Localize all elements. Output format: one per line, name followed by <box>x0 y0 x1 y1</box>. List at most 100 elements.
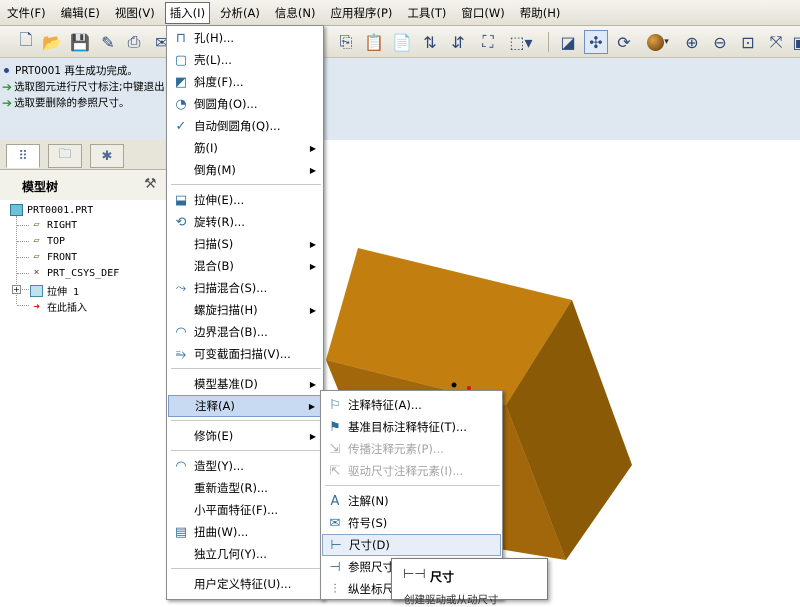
menu-separator <box>171 450 321 451</box>
menu-item-label: 扫描混合(S)... <box>194 281 268 295</box>
hole-icon: ⊓ <box>175 30 187 46</box>
menu-item-chamfer[interactable]: 倒角(M) ▶ <box>168 159 322 181</box>
regenerate-icon[interactable]: ⇅ <box>418 30 442 54</box>
tree-node-front[interactable]: ▱ FRONT <box>30 251 77 263</box>
menu-item-style[interactable]: ◠ 造型(Y)... <box>168 455 322 477</box>
save-icon[interactable]: 💾 <box>68 30 92 54</box>
menu-applications[interactable]: 应用程序(P) <box>325 2 397 24</box>
tree-node-insert-here[interactable]: ➜ 在此插入 <box>30 299 87 314</box>
menu-item-facet-feature[interactable]: 小平面特征(F)... <box>168 499 322 521</box>
tree-settings-icon[interactable]: ⚒ <box>144 176 157 192</box>
menu-item-datum-target[interactable]: ⚑ 基准目标注释特征(T)... <box>322 416 501 438</box>
menu-info[interactable]: 信息(N) <box>270 2 321 24</box>
menu-item-independent-geometry[interactable]: 独立几何(Y)... <box>168 543 322 565</box>
tab-model-tree[interactable]: ⠿ <box>6 144 40 168</box>
menu-item-propagate[interactable]: ⇲ 传播注释元素(P)... <box>322 438 501 460</box>
menu-item-symbol[interactable]: ✉ 符号(S) <box>322 512 501 534</box>
menu-item-annotation[interactable]: 注释(A) ▶ <box>168 395 322 417</box>
menu-item-label: 注释特征(A)... <box>348 398 422 412</box>
menu-item-model-datum[interactable]: 模型基准(D) ▶ <box>168 373 322 395</box>
tree-node-csys[interactable]: ⨯ PRT_CSYS_DEF <box>30 267 119 279</box>
menu-item-label: 旋转(R)... <box>194 215 245 229</box>
tree-connector <box>17 241 29 242</box>
menu-item-round[interactable]: ◔ 倒圆角(O)... <box>168 93 322 115</box>
menu-item-warp[interactable]: ▤ 扭曲(W)... <box>168 521 322 543</box>
menu-item-hole[interactable]: ⊓ 孔(H)... <box>168 27 322 49</box>
saved-views-icon[interactable]: ▣ <box>788 30 800 54</box>
menu-file[interactable]: 文件(F) <box>2 2 51 24</box>
menu-analysis[interactable]: 分析(A) <box>215 2 265 24</box>
menu-item-restyle[interactable]: 重新造型(R)... <box>168 477 322 499</box>
tab-folder-browser[interactable]: 🗀 <box>48 144 82 168</box>
regen-manager-icon[interactable]: ⇵ <box>446 30 470 54</box>
menu-edit[interactable]: 编辑(E) <box>56 2 105 24</box>
menu-bar: 文件(F) 编辑(E) 视图(V) 插入(I) 分析(A) 信息(N) 应用程序… <box>0 0 800 26</box>
menu-item-extrude[interactable]: ⬓ 拉伸(E)... <box>168 189 322 211</box>
menu-window[interactable]: 窗口(W) <box>456 2 509 24</box>
menu-tools[interactable]: 工具(T) <box>402 2 451 24</box>
menu-item-shell[interactable]: ▢ 壳(L)... <box>168 49 322 71</box>
menu-item-boundary-blend[interactable]: ◠ 边界混合(B)... <box>168 321 322 343</box>
new-file-icon[interactable]: 🗋 <box>14 30 38 54</box>
tree-connector <box>17 257 29 258</box>
open-folder-icon[interactable]: 📂 <box>40 30 64 54</box>
tree-node-extrude[interactable]: 拉伸 1 <box>30 283 79 298</box>
spin-center-icon[interactable]: ✣ <box>584 30 608 54</box>
menu-item-swept-blend[interactable]: ⤳ 扫描混合(S)... <box>168 277 322 299</box>
menu-item-variable-sweep[interactable]: ⥱ 可变截面扫描(V)... <box>168 343 322 365</box>
menu-item-udf[interactable]: 用户定义特征(U)... <box>168 573 322 595</box>
paste-special-icon[interactable]: 📄 <box>390 30 414 54</box>
menu-item-driven-dimension[interactable]: ⇱ 驱动尺寸注释元素(I)... <box>322 460 501 482</box>
tree-node-part[interactable]: PRT0001.PRT <box>10 204 93 216</box>
menu-item-rib[interactable]: 筋(I) ▶ <box>168 137 322 159</box>
menu-item-sweep[interactable]: 扫描(S) ▶ <box>168 233 322 255</box>
menu-item-label: 修饰(E) <box>194 429 234 443</box>
menu-item-label: 尺寸(D) <box>349 538 390 552</box>
menu-item-label: 倒角(M) <box>194 163 236 177</box>
zoom-out-icon[interactable]: ⊖ <box>708 30 732 54</box>
menu-item-label: 斜度(F)... <box>194 75 244 89</box>
warp-icon: ▤ <box>174 524 188 540</box>
menu-item-auto-round[interactable]: ✓ 自动倒圆角(Q)... <box>168 115 322 137</box>
orient-mode-icon[interactable]: ⟳ <box>612 30 636 54</box>
tree-node-label: 在此插入 <box>47 303 87 314</box>
refit-icon[interactable]: ⊡ <box>736 30 760 54</box>
print-icon[interactable]: ⎙ <box>122 30 146 54</box>
auto-round-icon: ✓ <box>175 118 187 134</box>
appearance-ball-icon[interactable]: ▾ <box>640 30 676 54</box>
menu-item-label: 筋(I) <box>194 141 218 155</box>
dimension-icon: ⊢ <box>330 537 342 553</box>
repaint-icon[interactable]: ◪ <box>556 30 580 54</box>
menu-view[interactable]: 视图(V) <box>110 2 160 24</box>
menu-item-blend[interactable]: 混合(B) ▶ <box>168 255 322 277</box>
symbol-icon: ✉ <box>329 515 341 531</box>
menu-item-dimension[interactable]: ⊢ 尺寸(D) <box>322 534 501 556</box>
selection-filter-icon[interactable]: ⬚▾ <box>504 30 538 54</box>
tab-favorites[interactable]: ✱ <box>90 144 124 168</box>
zoom-in-icon[interactable]: ⊕ <box>680 30 704 54</box>
tree-node-right[interactable]: ▱ RIGHT <box>30 219 77 231</box>
menu-item-note[interactable]: A 注解(N) <box>322 490 501 512</box>
menu-item-revolve[interactable]: ⟲ 旋转(R)... <box>168 211 322 233</box>
menu-separator <box>171 568 321 569</box>
menu-item-label: 造型(Y)... <box>194 459 244 473</box>
tree-node-top[interactable]: ▱ TOP <box>30 235 65 247</box>
datum-target-icon: ⚑ <box>329 419 341 435</box>
menu-item-annotation-feature[interactable]: ⚐ 注释特征(A)... <box>322 394 501 416</box>
menu-insert[interactable]: 插入(I) <box>164 1 211 24</box>
paste-icon[interactable]: 📋 <box>362 30 386 54</box>
tree-node-label: PRT0001.PRT <box>27 204 94 216</box>
menu-separator <box>171 184 321 185</box>
copy-icon[interactable]: ⎘ <box>334 30 358 54</box>
menu-item-cosmetic[interactable]: 修饰(E) ▶ <box>168 425 322 447</box>
menu-help[interactable]: 帮助(H) <box>515 2 566 24</box>
menu-item-helical-sweep[interactable]: 螺旋扫描(H) ▶ <box>168 299 322 321</box>
find-icon[interactable]: ⛶ <box>476 30 500 54</box>
tree-node-label: TOP <box>47 235 66 247</box>
submenu-arrow-icon: ▶ <box>309 305 316 315</box>
info-dot-icon <box>4 68 9 73</box>
menu-item-draft[interactable]: ◩ 斜度(F)... <box>168 71 322 93</box>
edit-icon[interactable]: ✎ <box>96 30 120 54</box>
expand-toggle-icon[interactable]: + <box>12 285 21 294</box>
reorient-icon[interactable]: ⤧ <box>764 30 788 54</box>
